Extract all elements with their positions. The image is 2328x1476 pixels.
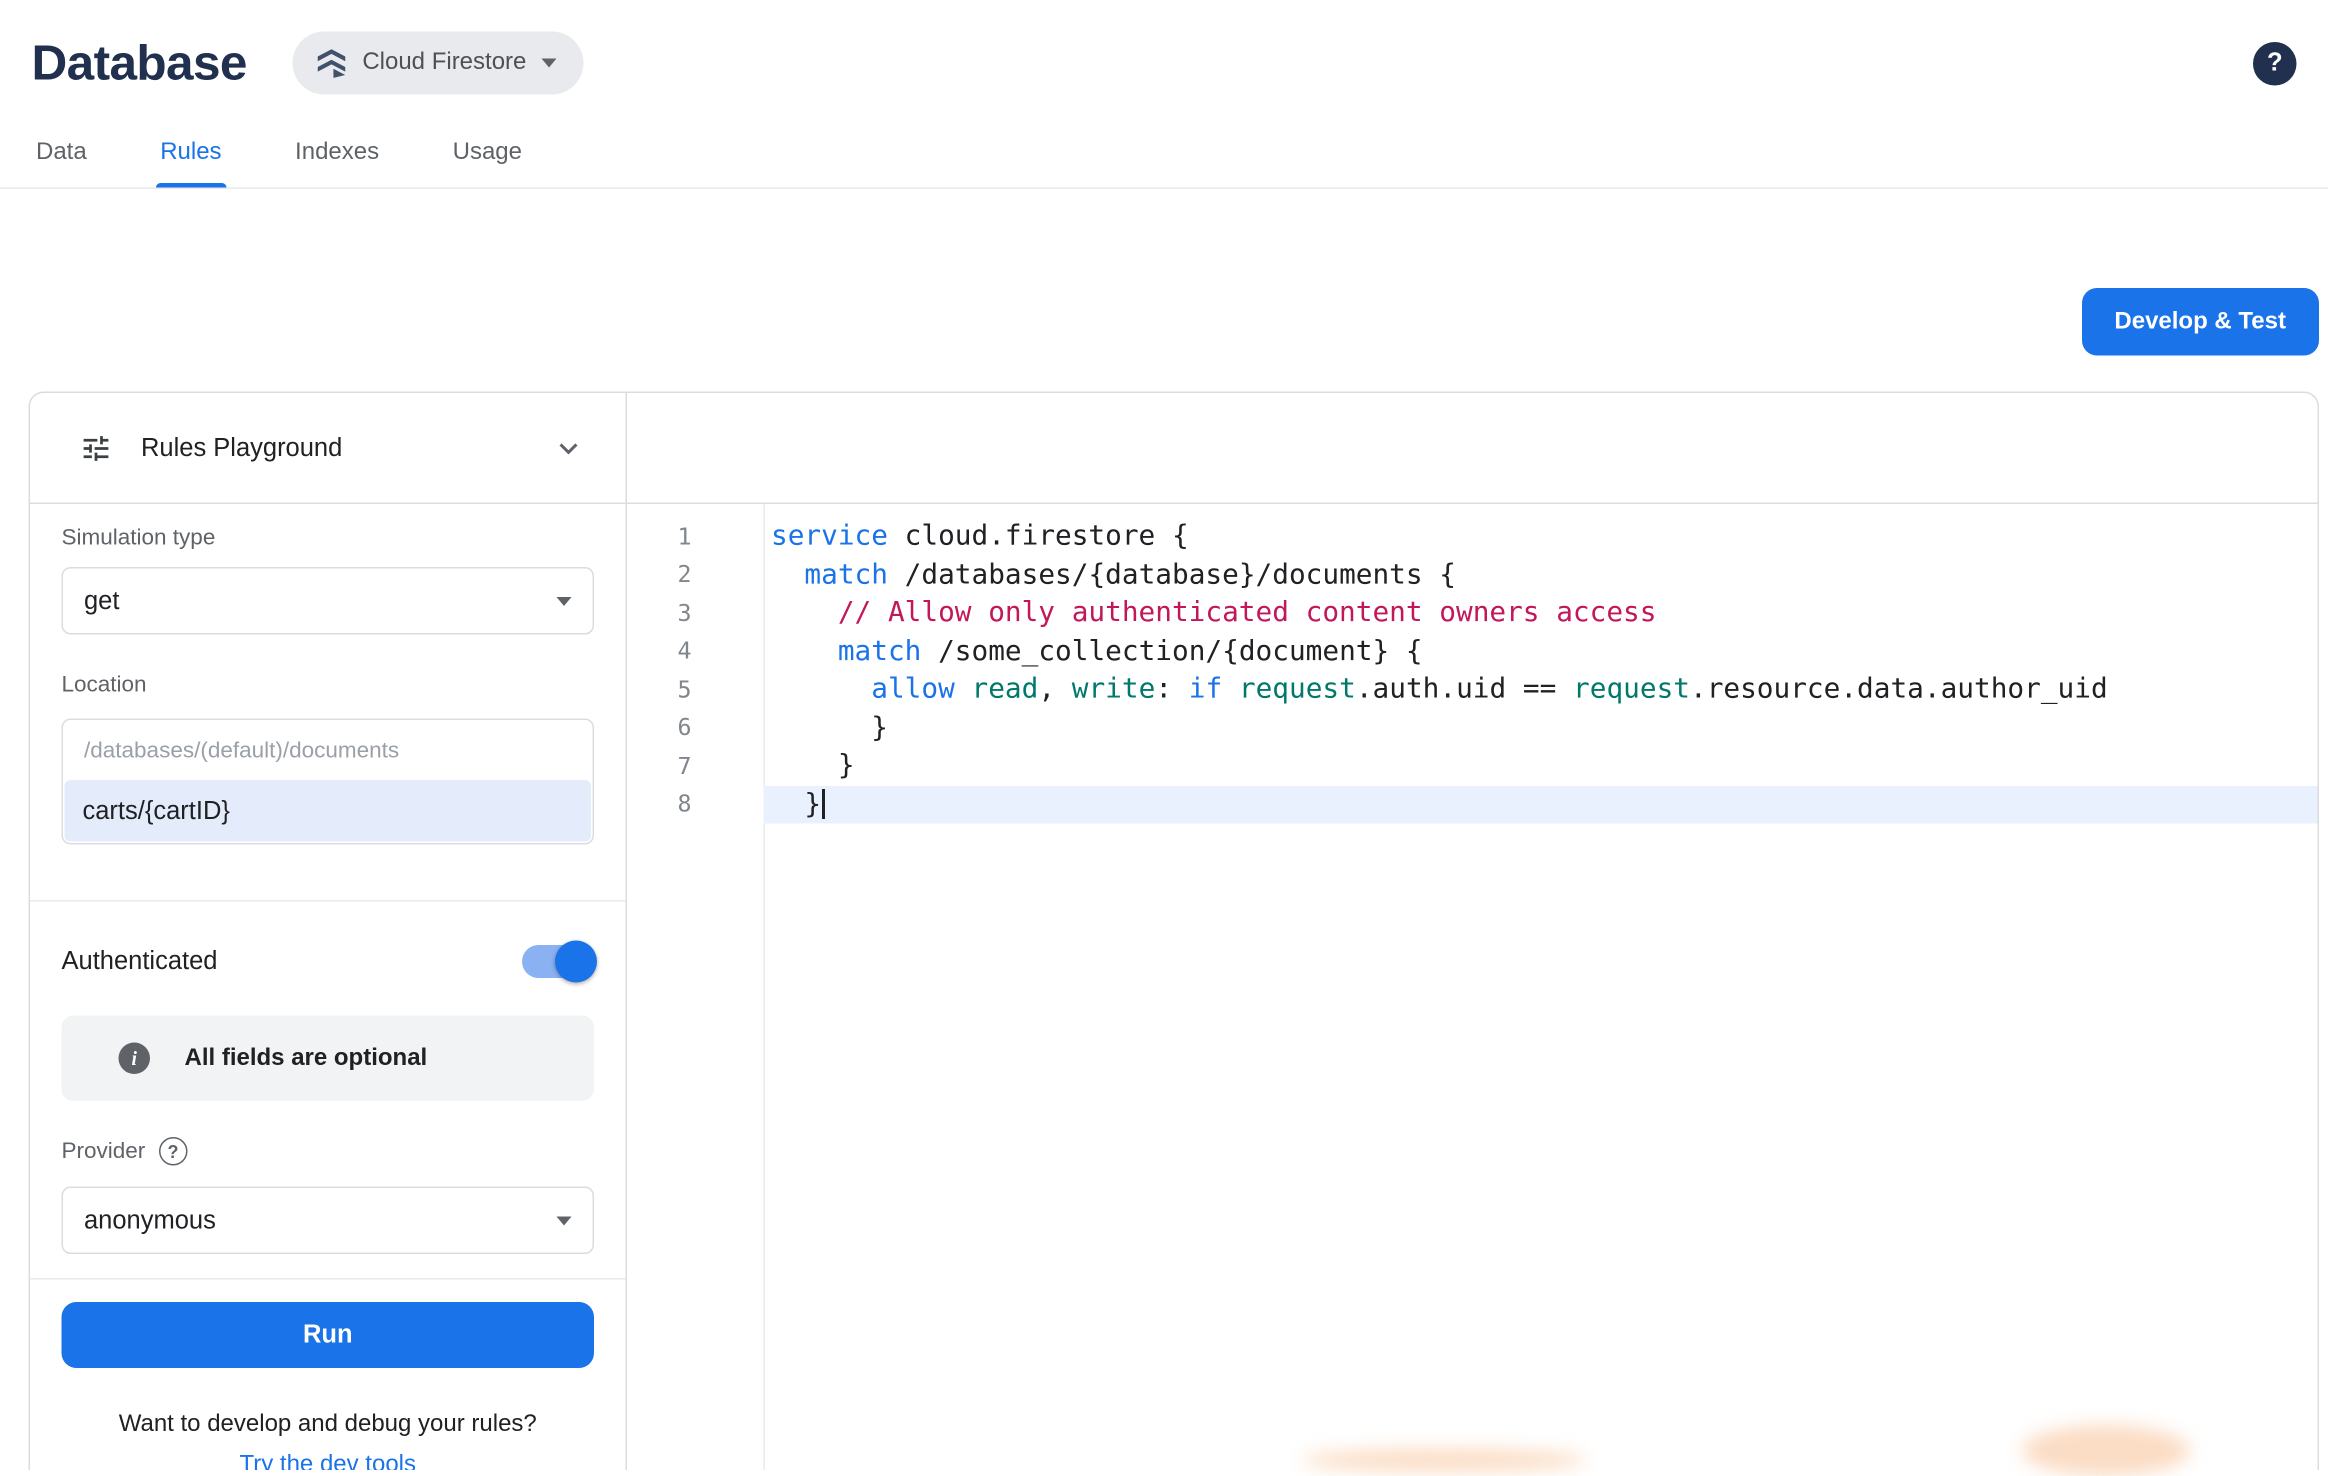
simulation-type-label: Simulation type — [62, 525, 595, 551]
provider-label: Provider — [62, 1139, 146, 1165]
product-selector[interactable]: Cloud Firestore — [292, 32, 584, 95]
line-number: 5 — [627, 676, 764, 703]
info-icon: i — [119, 1043, 151, 1075]
rules-editor-panel: Rules Playground Simulation type get Loc… — [29, 392, 2320, 1471]
chevron-down-icon — [557, 596, 572, 605]
location-placeholder: /databases/(default)/documents — [63, 720, 593, 780]
code-line-2[interactable]: 2 match /databases/{database}/documents … — [627, 556, 2318, 594]
tab-data[interactable]: Data — [32, 117, 92, 188]
tab-usage[interactable]: Usage — [448, 117, 526, 188]
code-line-6[interactable]: 6 } — [627, 709, 2318, 747]
simulation-type-select[interactable]: get — [62, 567, 595, 635]
tab-indexes[interactable]: Indexes — [291, 117, 384, 188]
toggle-knob — [555, 941, 597, 983]
provider-select[interactable]: anonymous — [62, 1187, 595, 1255]
code-text: service cloud.firestore { — [764, 518, 2318, 556]
actions-row: Develop & Test — [0, 189, 2328, 356]
line-number: 4 — [627, 638, 764, 665]
line-number: 7 — [627, 753, 764, 780]
tab-rules[interactable]: Rules — [156, 117, 226, 188]
code-line-4[interactable]: 4 match /some_collection/{document} { — [627, 632, 2318, 670]
dev-tools-question: Want to develop and debug your rules? — [62, 1412, 595, 1439]
info-banner: i All fields are optional — [62, 1016, 595, 1102]
location-label: Location — [62, 672, 595, 698]
tune-icon — [80, 431, 113, 464]
divider — [30, 1278, 626, 1280]
location-input-group: /databases/(default)/documents carts/{ca… — [62, 719, 595, 845]
authenticated-toggle[interactable] — [522, 945, 594, 978]
rules-playground-sidebar: Simulation type get Location /databases/… — [30, 504, 627, 1470]
panel-body: Simulation type get Location /databases/… — [30, 504, 2318, 1470]
code-line-8[interactable]: 8 } — [627, 785, 2318, 823]
chevron-down-icon — [541, 59, 556, 68]
provider-row: Provider ? — [62, 1137, 595, 1166]
code-text: } — [764, 709, 2318, 747]
divider — [30, 900, 626, 902]
code-text: } — [764, 747, 2318, 785]
rules-code-editor[interactable]: 1service cloud.firestore {2 match /datab… — [627, 504, 2318, 1470]
app-header: Database Cloud Firestore ? — [0, 0, 2328, 117]
code-editor-lines: 1service cloud.firestore {2 match /datab… — [627, 518, 2318, 824]
info-banner-text: All fields are optional — [185, 1045, 428, 1072]
provider-help-icon[interactable]: ? — [159, 1137, 188, 1166]
provider-value: anonymous — [84, 1205, 216, 1235]
code-line-3[interactable]: 3 // Allow only authenticated content ow… — [627, 594, 2318, 632]
collapse-chevron-icon[interactable] — [551, 430, 587, 466]
product-selector-label: Cloud Firestore — [362, 50, 526, 77]
line-number: 8 — [627, 791, 764, 818]
authenticated-row: Authenticated — [62, 939, 595, 984]
panel-header: Rules Playground — [30, 393, 2318, 504]
code-line-5[interactable]: 5 allow read, write: if request.auth.uid… — [627, 671, 2318, 709]
rules-playground-header[interactable]: Rules Playground — [30, 393, 627, 503]
code-text: } — [764, 785, 2318, 823]
code-text: match /databases/{database}/documents { — [764, 556, 2318, 594]
rules-playground-title: Rules Playground — [141, 433, 342, 463]
editor-toolbar-area — [627, 393, 2318, 503]
develop-test-button[interactable]: Develop & Test — [2081, 288, 2319, 356]
help-icon[interactable]: ? — [2253, 41, 2297, 85]
firestore-icon — [314, 47, 347, 80]
simulation-type-value: get — [84, 586, 119, 616]
code-text: // Allow only authenticated content owne… — [764, 594, 2318, 632]
page-title: Database — [32, 35, 247, 92]
line-number: 3 — [627, 600, 764, 627]
code-text: match /some_collection/{document} { — [764, 632, 2318, 670]
text-cursor — [823, 789, 826, 819]
dev-tools-link[interactable]: Try the dev tools — [62, 1452, 595, 1470]
chevron-down-icon — [557, 1216, 572, 1225]
code-line-1[interactable]: 1service cloud.firestore { — [627, 518, 2318, 556]
firestore-rules-page: Database Cloud Firestore ? Data Rules Inde… — [0, 0, 2328, 1473]
line-number: 1 — [627, 523, 764, 550]
tabs: Data Rules Indexes Usage — [0, 117, 2328, 189]
run-button[interactable]: Run — [62, 1302, 595, 1368]
code-text: allow read, write: if request.auth.uid =… — [764, 671, 2318, 709]
code-line-7[interactable]: 7 } — [627, 747, 2318, 785]
line-number: 2 — [627, 561, 764, 588]
line-number: 6 — [627, 714, 764, 741]
authenticated-label: Authenticated — [62, 947, 218, 977]
location-input[interactable]: carts/{cartID} — [65, 780, 592, 842]
